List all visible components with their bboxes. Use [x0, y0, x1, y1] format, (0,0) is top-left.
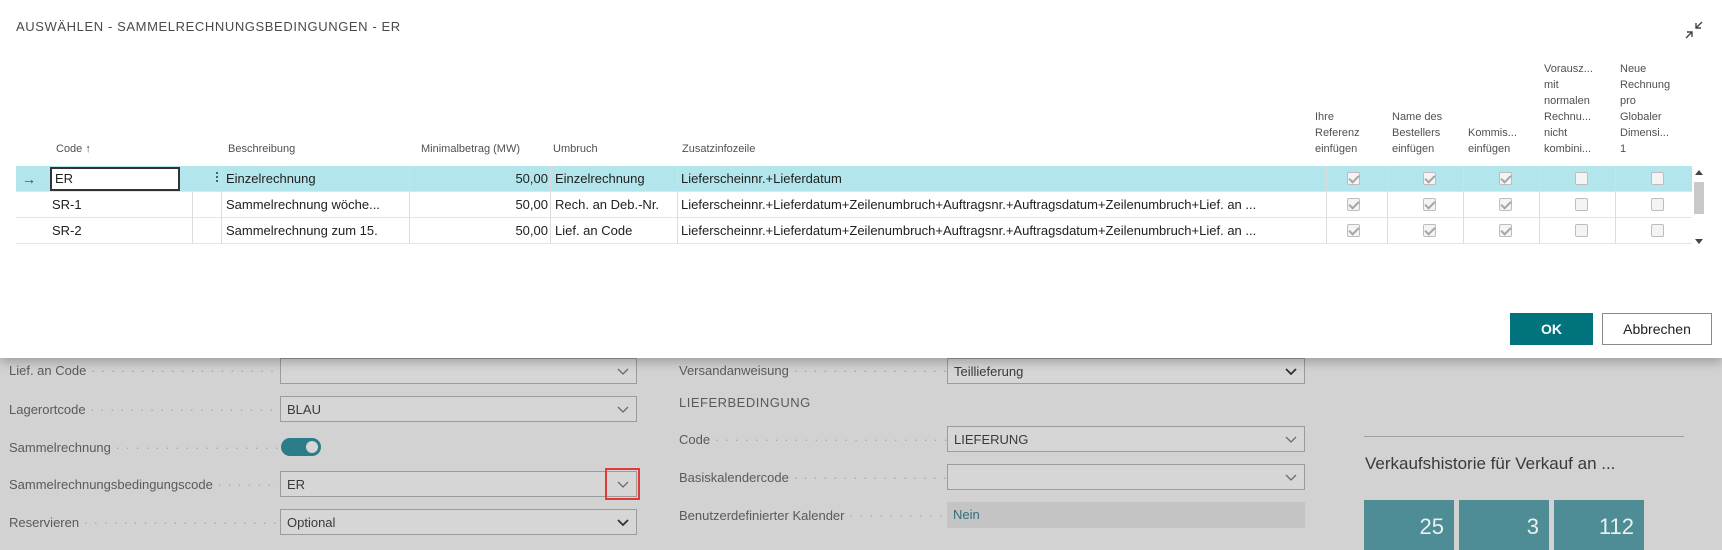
basiskalender-label: Basiskalendercode	[679, 470, 947, 485]
column-header-vorausz[interactable]: Vorausz... mit normalen Rechnu... nicht kombi…	[1544, 61, 1593, 157]
arrow-right-icon: →	[22, 171, 36, 187]
lagerortcode-label: Lagerortcode	[9, 402, 279, 417]
scroll-down-icon[interactable]	[1695, 239, 1703, 244]
ihre-referenz-checkbox[interactable]	[1347, 172, 1360, 185]
neue-rechnung-checkbox[interactable]	[1651, 198, 1664, 211]
minimalbetrag-cell[interactable]: 50,00	[412, 218, 548, 244]
basiskalender-field[interactable]	[947, 464, 1305, 490]
name-besteller-checkbox[interactable]	[1423, 224, 1436, 237]
reservieren-label: Reservieren	[9, 515, 279, 530]
sort-ascending-icon: ↑	[85, 143, 91, 155]
umbruch-cell[interactable]: Rech. an Deb.-Nr.	[555, 192, 675, 218]
terms-grid: Code ↑ Beschreibung Minimalbetrag (MW) U…	[16, 60, 1706, 248]
minimalbetrag-cell[interactable]: 50,00	[412, 192, 548, 218]
code-field[interactable]: LIEFERUNG	[947, 426, 1305, 452]
versandanweisung-label: Versandanweisung	[679, 363, 947, 378]
kalender-value[interactable]: Nein	[947, 502, 1305, 528]
chevron-down-icon	[616, 402, 630, 416]
beschreibung-cell[interactable]: Sammelrechnung zum 15.	[226, 218, 406, 244]
column-header-code[interactable]: Code ↑	[56, 141, 91, 157]
code-cell[interactable]: SR-1	[52, 192, 182, 218]
vertical-scrollbar[interactable]	[1692, 166, 1706, 246]
reservieren-select[interactable]: Optional	[280, 509, 637, 535]
chevron-down-icon	[616, 515, 630, 529]
code-label: Code	[679, 432, 947, 447]
neue-rechnung-checkbox[interactable]	[1651, 224, 1664, 237]
ok-button[interactable]: OK	[1510, 313, 1593, 345]
name-besteller-checkbox[interactable]	[1423, 198, 1436, 211]
column-header-kommis[interactable]: Kommis... einfügen	[1468, 125, 1517, 157]
collapse-icon[interactable]	[1682, 18, 1706, 42]
history-tile[interactable]: 25	[1364, 500, 1454, 550]
minimalbetrag-cell[interactable]: 50,00	[412, 166, 548, 192]
neue-rechnung-checkbox[interactable]	[1651, 172, 1664, 185]
column-header-name-besteller[interactable]: Name des Bestellers einfügen	[1392, 109, 1442, 157]
history-title: Verkaufshistorie für Verkauf an ...	[1365, 454, 1616, 473]
table-row[interactable]: → ER Einzelrechnung 50,00 Einzelrechnung…	[16, 166, 1692, 192]
column-header-umbruch[interactable]: Umbruch	[553, 141, 598, 157]
name-besteller-checkbox[interactable]	[1423, 172, 1436, 185]
zusatzinfozeile-cell[interactable]: Lieferscheinnr.+Lieferdatum	[681, 166, 1321, 192]
umbruch-cell[interactable]: Einzelrechnung	[555, 166, 675, 192]
chevron-down-icon	[616, 364, 630, 378]
history-tile[interactable]: 3	[1459, 500, 1549, 550]
beschreibung-cell[interactable]: Einzelrechnung	[226, 166, 406, 192]
column-header-ihre-referenz[interactable]: Ihre Referenz einfügen	[1315, 109, 1360, 157]
code-cell[interactable]: ER	[50, 167, 180, 191]
beschreibung-cell[interactable]: Sammelrechnung wöche...	[226, 192, 406, 218]
lagerortcode-field[interactable]: BLAU	[280, 396, 637, 422]
cancel-button[interactable]: Abbrechen	[1602, 313, 1712, 345]
bedingungscode-field[interactable]: ER	[280, 471, 637, 497]
table-row[interactable]: SR-2 Sammelrechnung zum 15. 50,00 Lief. …	[16, 218, 1692, 244]
vorausz-checkbox[interactable]	[1575, 224, 1588, 237]
scroll-up-icon[interactable]	[1695, 170, 1703, 175]
versandanweisung-select[interactable]: Teillieferung	[947, 358, 1305, 384]
chevron-down-icon	[1284, 470, 1298, 484]
sammelrechnung-toggle[interactable]	[281, 438, 321, 456]
divider	[1364, 436, 1684, 437]
zusatzinfozeile-cell[interactable]: Lieferscheinnr.+Lieferdatum+Zeilenumbruc…	[681, 218, 1321, 244]
kommis-checkbox[interactable]	[1499, 224, 1512, 237]
chevron-down-icon	[1284, 364, 1298, 378]
history-tile[interactable]: 112	[1554, 500, 1644, 550]
vorausz-checkbox[interactable]	[1575, 172, 1588, 185]
ihre-referenz-checkbox[interactable]	[1347, 198, 1360, 211]
table-row[interactable]: SR-1 Sammelrechnung wöche... 50,00 Rech.…	[16, 192, 1692, 218]
column-header-zusatzinfozeile[interactable]: Zusatzinfozeile	[682, 141, 755, 157]
kalender-label: Benutzerdefinierter Kalender	[679, 508, 947, 523]
dialog-title: AUSWÄHLEN - SAMMELRECHNUNGSBEDINGUNGEN -…	[16, 19, 401, 34]
lief-an-code-label: Lief. an Code	[9, 363, 279, 378]
sammelrechnung-label: Sammelrechnung	[9, 440, 279, 455]
lookup-dialog: AUSWÄHLEN - SAMMELRECHNUNGSBEDINGUNGEN -…	[0, 0, 1722, 358]
highlight-box	[605, 468, 640, 500]
zusatzinfozeile-cell[interactable]: Lieferscheinnr.+Lieferdatum+Zeilenumbruc…	[681, 192, 1321, 218]
lief-an-code-field[interactable]	[280, 358, 637, 384]
kommis-checkbox[interactable]	[1499, 198, 1512, 211]
code-cell[interactable]: SR-2	[52, 218, 182, 244]
vorausz-checkbox[interactable]	[1575, 198, 1588, 211]
column-header-neue-rechnung[interactable]: Neue Rechnung pro Globaler Dimensi... 1	[1620, 61, 1670, 157]
bedingungscode-label: Sammelrechnungsbedingungscode	[9, 477, 279, 492]
umbruch-cell[interactable]: Lief. an Code	[555, 218, 675, 244]
chevron-down-icon	[1284, 432, 1298, 446]
column-header-minimalbetrag[interactable]: Minimalbetrag (MW)	[421, 141, 520, 157]
kommis-checkbox[interactable]	[1499, 172, 1512, 185]
column-header-beschreibung[interactable]: Beschreibung	[228, 141, 295, 157]
lieferbedingung-section-title: LIEFERBEDINGUNG	[679, 395, 811, 410]
scroll-thumb[interactable]	[1694, 182, 1704, 214]
ihre-referenz-checkbox[interactable]	[1347, 224, 1360, 237]
